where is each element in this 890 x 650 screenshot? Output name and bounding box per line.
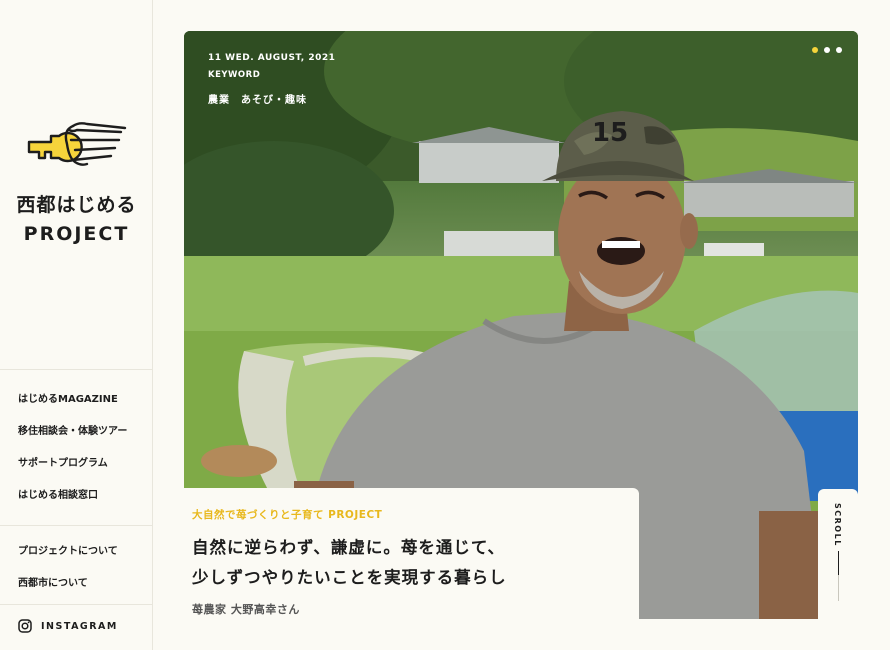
instagram-link[interactable]: INSTAGRAM	[0, 619, 153, 633]
logo[interactable]: 西都はじめる PROJECT	[0, 118, 153, 245]
brand-name-jp: 西都はじめる	[16, 194, 137, 216]
keyword-label: KEYWORD	[208, 70, 261, 80]
nav-item-help-desk[interactable]: はじめる相談窓口	[0, 488, 153, 520]
instagram-label: INSTAGRAM	[41, 620, 118, 632]
slide-dot-1[interactable]	[812, 47, 818, 53]
article-title-line-2: 少しずつやりたいことを実現する暮らし	[192, 568, 507, 587]
slide-dot-3[interactable]	[836, 47, 842, 53]
article-person: 苺農家 大野高幸さん	[192, 603, 300, 616]
scroll-indicator[interactable]: SCROLL	[818, 489, 858, 619]
cap-number: 15	[592, 118, 628, 148]
article-caption-card[interactable]: 大自然で苺づくりと子育て PROJECT 自然に逆らわず、謙虚に。苺を通じて、 …	[184, 488, 639, 620]
scroll-label: SCROLL	[833, 503, 842, 547]
article-title: 自然に逆らわず、謙虚に。苺を通じて、 少しずつやりたいことを実現する暮らし	[192, 533, 631, 593]
primary-nav: はじめるMAGAZINE 移住相談会・体験ツアー サポートプログラム はじめる相…	[0, 369, 153, 525]
sidebar: 西都はじめる PROJECT はじめるMAGAZINE 移住相談会・体験ツアー …	[0, 0, 153, 650]
brand-name-en: PROJECT	[23, 223, 130, 245]
instagram-icon	[18, 619, 32, 633]
nav-item-about-project[interactable]: プロジェクトについて	[0, 544, 153, 576]
key-hand-logo-icon	[27, 122, 126, 166]
social-nav: INSTAGRAM	[0, 604, 153, 650]
slide-dot-2[interactable]	[824, 47, 830, 53]
secondary-nav: プロジェクトについて 西都市について	[0, 525, 153, 604]
nav-item-support-program[interactable]: サポートプログラム	[0, 456, 153, 488]
hero-meta: 11 WED. AUGUST, 2021 KEYWORD 農業 あそび・趣味	[208, 53, 335, 106]
article-title-line-1: 自然に逆らわず、謙虚に。苺を通じて、	[192, 538, 506, 557]
project-tag: 大自然で苺づくりと子育て PROJECT	[192, 509, 383, 521]
keyword-tags[interactable]: 農業 あそび・趣味	[208, 91, 335, 106]
nav-item-consultation-tour[interactable]: 移住相談会・体験ツアー	[0, 424, 153, 456]
nav-item-magazine[interactable]: はじめるMAGAZINE	[0, 392, 153, 424]
slide-pagination	[812, 47, 842, 53]
article-date: 11 WED. AUGUST, 2021	[208, 53, 336, 63]
scroll-progress	[838, 551, 839, 575]
